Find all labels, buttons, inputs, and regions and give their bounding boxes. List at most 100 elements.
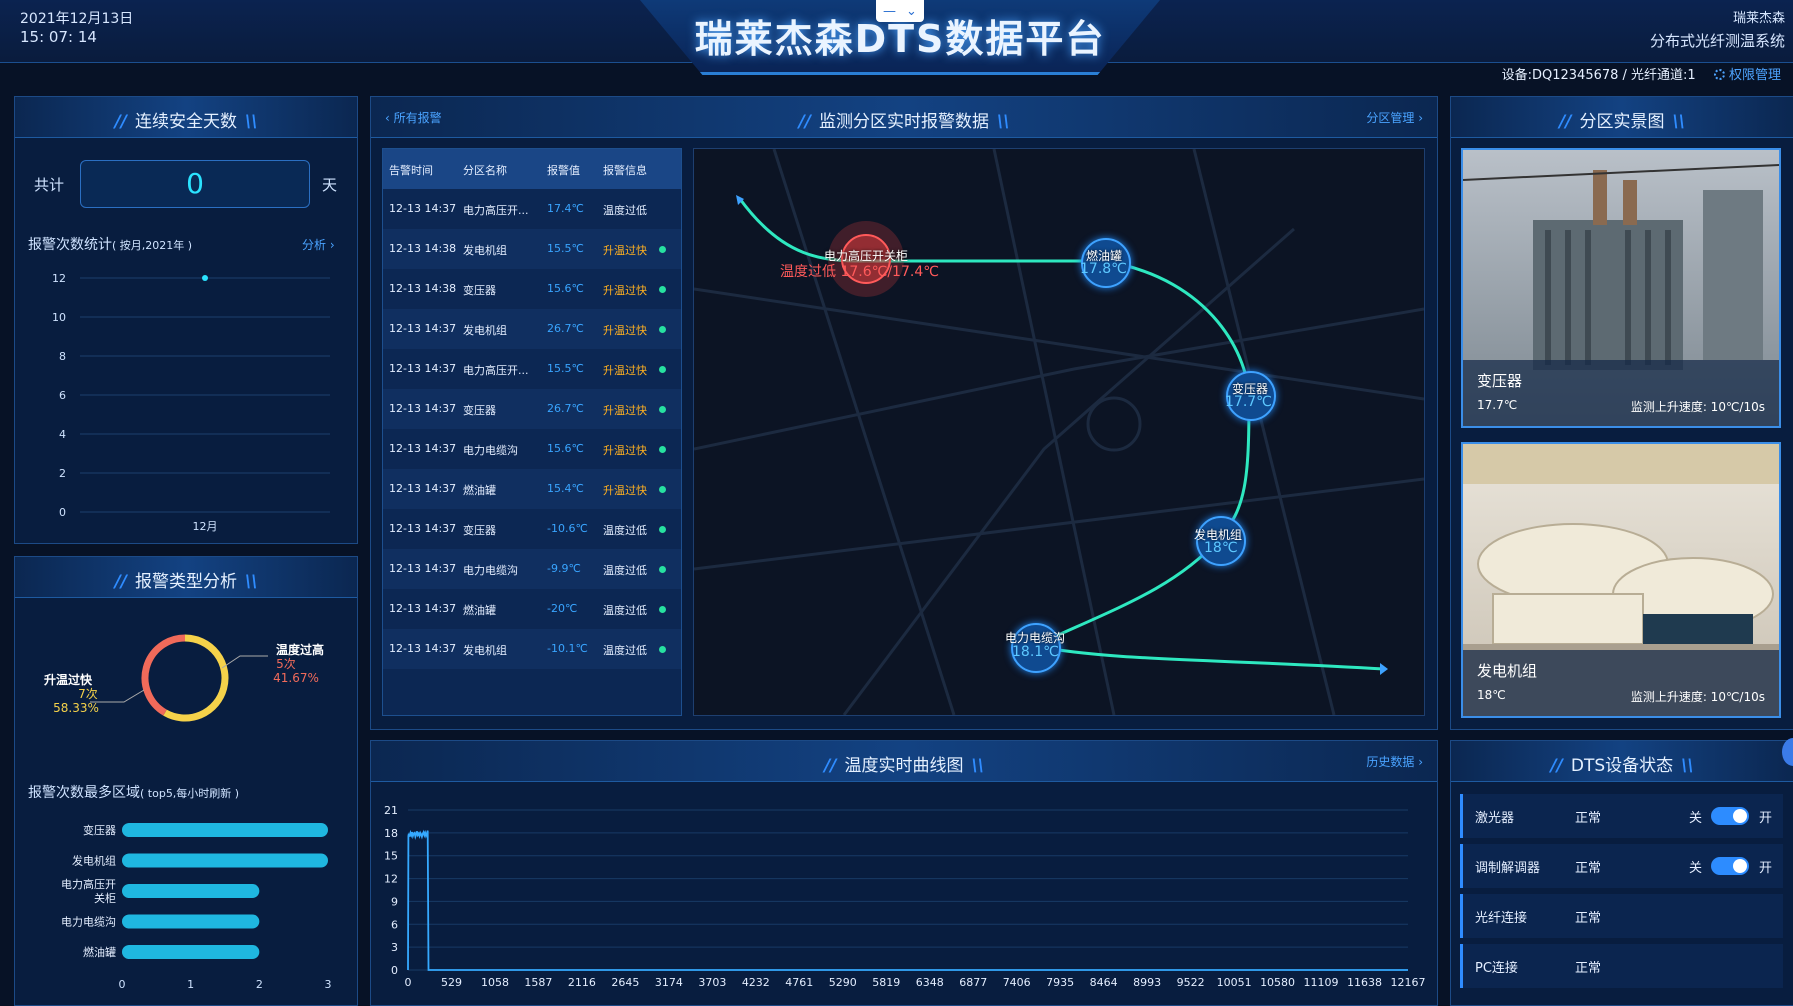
column-header: 报警值 [547, 164, 580, 177]
bar[interactable] [122, 853, 328, 868]
analysis-link[interactable]: 分析 › [302, 236, 335, 253]
table-row[interactable]: 12-13 14:37 电力电缆沟 15.6℃ 升温过快 [383, 429, 681, 469]
table-row[interactable]: 12-13 14:38 变压器 15.6℃ 升温过快 [383, 269, 681, 309]
zone-map: 电力高压开关柜 温度过低 17.6℃/17.4℃ 燃油罐 17.8℃ 变压器 1… [693, 148, 1425, 716]
bar-category-label: 电力电缆沟 [61, 916, 116, 929]
cell-zone: 发电机组 [463, 244, 507, 257]
slice-percent: 41.67% [273, 671, 319, 685]
donut-slice[interactable] [141, 634, 186, 716]
table-header: 告警时间 分区名称 报警值 报警信息 [383, 149, 681, 189]
x-tick-label: 3174 [655, 976, 683, 989]
x-tick-label: 10051 [1217, 976, 1252, 989]
top-zones-subtitle: ( top5,每小时刷新 ) [140, 787, 240, 800]
table-row[interactable]: 12-13 14:37 电力电缆沟 -9.9℃ 温度过低 [383, 549, 681, 589]
x-tick-label: 1058 [481, 976, 509, 989]
cell-info: 升温过快 [603, 404, 647, 417]
x-tick-label: 2116 [568, 976, 596, 989]
device-status-row: 激光器 正常 关 开 [1460, 794, 1783, 838]
y-tick-label: 15 [384, 850, 398, 863]
table-row[interactable]: 12-13 14:37 发电机组 -10.1℃ 温度过低 [383, 629, 681, 669]
alarm-type-title: 报警类型分析 [135, 572, 237, 592]
photo-caption: 发电机组 18℃ 监测上升速度: 10℃/10s [1463, 650, 1779, 716]
zone-manage-link[interactable]: 分区管理 › [1366, 109, 1423, 126]
device-info: 设备:DQ12345678 / 光纤通道:1 权限管理 [1502, 64, 1781, 83]
table-row[interactable]: 12-13 14:37 电力高压开... 17.4℃ 温度过低 [383, 189, 681, 229]
y-tick-label: 8 [59, 350, 66, 363]
status-dot [659, 366, 666, 373]
x-tick-label: 6348 [916, 976, 944, 989]
history-link[interactable]: 历史数据 › [1366, 753, 1423, 770]
alarm-stats-title-text: 报警次数统计 [28, 237, 112, 253]
bar[interactable] [122, 823, 328, 837]
status-dot [659, 566, 666, 573]
toggle-off-label: 关 [1689, 811, 1703, 826]
y-tick-label: 12 [52, 272, 66, 285]
chevron-down-icon[interactable]: ⌄ [906, 4, 917, 19]
node-value: 17.8℃ [1080, 261, 1127, 277]
bar[interactable] [122, 884, 260, 898]
cell-value: 26.7℃ [547, 402, 584, 415]
cell-time: 12-13 14:37 [389, 322, 457, 335]
transformer-photo[interactable]: 变压器 17.7℃ 监测上升速度: 10℃/10s [1461, 148, 1781, 428]
cell-zone: 变压器 [463, 284, 496, 297]
cell-value: 15.5℃ [547, 242, 584, 255]
power-toggle[interactable] [1711, 857, 1749, 875]
power-toggle[interactable] [1711, 807, 1749, 825]
table-row[interactable]: 12-13 14:37 电力高压开... 15.5℃ 升温过快 [383, 349, 681, 389]
cell-info: 升温过快 [603, 324, 647, 337]
x-tick-label: 12167 [1391, 976, 1426, 989]
y-tick-label: 21 [384, 804, 398, 817]
cell-info: 温度过低 [603, 604, 647, 617]
y-tick-label: 12 [384, 873, 398, 886]
x-tick-label: 4761 [785, 976, 813, 989]
cell-zone: 电力高压开... [463, 364, 529, 377]
slice-label: 温度过高 [276, 642, 324, 657]
table-row[interactable]: 12-13 14:37 燃油罐 15.4℃ 升温过快 [383, 469, 681, 509]
table-row[interactable]: 12-13 14:37 燃油罐 -20℃ 温度过低 [383, 589, 681, 629]
table-row[interactable]: 12-13 14:37 变压器 26.7℃ 升温过快 [383, 389, 681, 429]
generator-photo[interactable]: 发电机组 18℃ 监测上升速度: 10℃/10s [1461, 442, 1781, 718]
cell-time: 12-13 14:37 [389, 442, 457, 455]
cell-value: 15.6℃ [547, 442, 584, 455]
slice-count: 5次 [276, 657, 296, 671]
cell-info: 升温过快 [603, 484, 647, 497]
cell-time: 12-13 14:37 [389, 202, 457, 215]
panel-header: ‹ 所有报警 //监测分区实时报警数据 \\ 分区管理 › [371, 97, 1437, 138]
alarm-table: 告警时间 分区名称 报警值 报警信息 12-13 14:37 电力高压开... 17.4℃ 温… [382, 148, 682, 716]
current-date: 2021年12月13日 [20, 11, 134, 27]
curve-title: 温度实时曲线图 [844, 756, 964, 776]
x-tick-label: 11109 [1304, 976, 1339, 989]
cell-zone: 发电机组 [463, 644, 507, 657]
cell-time: 12-13 14:38 [389, 282, 457, 295]
photo-temp: 17.7℃ [1477, 398, 1518, 412]
bar[interactable] [122, 914, 260, 929]
device-name: 光纤连接 [1475, 911, 1528, 926]
x-tick-label: 2645 [611, 976, 639, 989]
bar[interactable] [122, 945, 260, 959]
days-unit: 天 [322, 176, 338, 194]
cell-zone: 电力高压开... [463, 204, 529, 217]
x-tick-label: 6877 [959, 976, 987, 989]
minimize-icon[interactable]: — [883, 4, 896, 19]
brand-subtitle: 分布式光纤测温系统 [1649, 32, 1785, 50]
toggle-on-label: 开 [1759, 861, 1773, 876]
temperature-curve-chart: 0 3 6 9 12 15 18 21 0 529 1058 1587 2116 2645 3174 3703… [384, 804, 1426, 989]
data-point[interactable] [202, 275, 208, 281]
x-tick-label: 12月 [193, 520, 218, 533]
gear-icon [1713, 69, 1725, 80]
table-row[interactable]: 12-13 14:37 发电机组 26.7℃ 升温过快 [383, 309, 681, 349]
cell-time: 12-13 14:37 [389, 482, 457, 495]
device-status-row: 调制解调器 正常 关 开 [1460, 844, 1783, 888]
x-tick-label: 5290 [829, 976, 857, 989]
cell-value: 15.5℃ [547, 362, 584, 375]
table-row[interactable]: 12-13 14:37 变压器 -10.6℃ 温度过低 [383, 509, 681, 549]
leader-line [221, 655, 268, 669]
table-row[interactable]: 12-13 14:38 发电机组 15.5℃ 升温过快 [383, 229, 681, 269]
photo-name: 发电机组 [1477, 662, 1538, 680]
panel-header: //温度实时曲线图 \\ 历史数据 › [371, 741, 1437, 782]
cell-zone: 发电机组 [463, 324, 507, 337]
permission-button[interactable]: 权限管理 [1713, 68, 1781, 83]
donut-slice[interactable] [163, 634, 229, 722]
x-tick-label: 7935 [1046, 976, 1074, 989]
column-header: 分区名称 [463, 164, 507, 177]
